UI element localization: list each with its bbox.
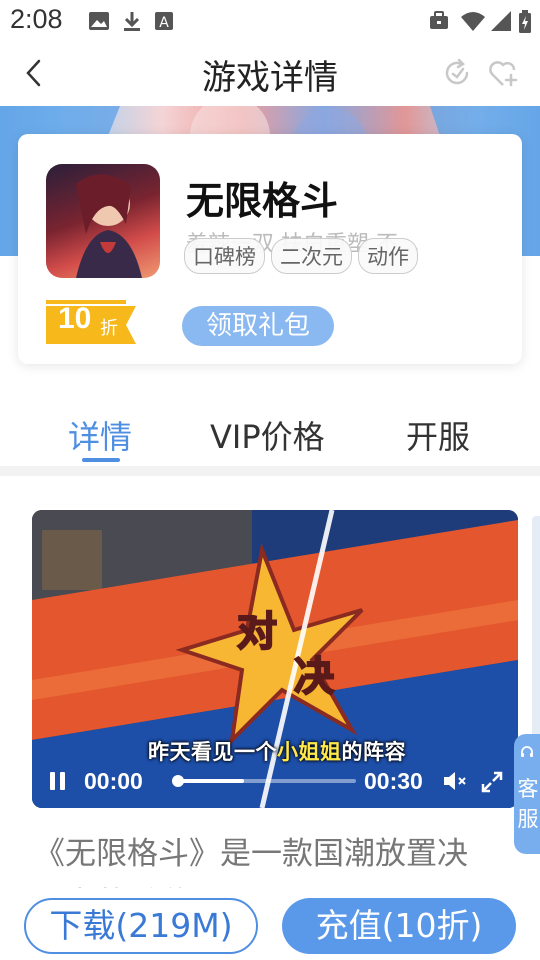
video-subtitle: 昨天看见一个小姐姐的阵容 xyxy=(148,736,406,766)
wifi-icon xyxy=(460,10,486,36)
tab-vip-price[interactable]: VIP价格 xyxy=(210,412,325,458)
discount-unit: 折 xyxy=(100,318,118,339)
customer-service-button[interactable]: 客服 xyxy=(514,734,540,854)
subtitle-highlight: 小姐姐 xyxy=(277,740,342,764)
video-time-current: 00:00 xyxy=(84,768,143,794)
image-icon xyxy=(88,10,110,36)
status-time: 2:08 xyxy=(10,4,63,34)
game-tag[interactable]: 二次元 xyxy=(271,238,352,274)
game-tag[interactable]: 口碑榜 xyxy=(184,238,265,274)
video-overlay-text-1: 对 xyxy=(237,609,277,655)
refresh-icon[interactable] xyxy=(442,58,472,92)
headset-icon xyxy=(520,744,534,763)
tab-details[interactable]: 详情 xyxy=(68,412,132,458)
title-bar: 游戏详情 xyxy=(0,44,540,106)
discount-value: 10 xyxy=(58,302,92,335)
discount-badge: 10 折 xyxy=(46,300,138,344)
download-icon xyxy=(122,10,142,36)
svg-text:A: A xyxy=(159,15,169,31)
pause-icon[interactable] xyxy=(48,770,68,796)
subtitle-text: 昨天看见一个 xyxy=(148,740,277,764)
battery-charging-icon xyxy=(518,10,532,38)
game-tag[interactable]: 动作 xyxy=(358,238,418,274)
download-button[interactable]: 下载(219M) xyxy=(24,898,258,954)
claim-gift-button[interactable]: 领取礼包 xyxy=(182,306,334,346)
customer-service-label: 客服 xyxy=(517,777,539,831)
fullscreen-icon[interactable] xyxy=(480,770,504,798)
video-progress-buffered xyxy=(176,779,245,783)
game-icon[interactable] xyxy=(46,164,160,278)
game-tags: 口碑榜 二次元 动作 xyxy=(184,238,418,274)
bottom-action-bar: 下载(219M) 充值(10折) xyxy=(0,888,540,960)
section-divider xyxy=(0,466,540,476)
video-player[interactable]: 对 决 昨天看见一个小姐姐的阵容 00:00 00:30 xyxy=(32,510,518,808)
signal-icon xyxy=(490,10,512,36)
briefcase-icon xyxy=(428,10,450,36)
tab-active-indicator xyxy=(82,458,120,462)
status-bar: 2:08 A xyxy=(0,0,540,44)
heart-plus-icon[interactable] xyxy=(488,58,520,92)
game-name: 无限格斗 xyxy=(186,179,339,223)
detail-tabs: 详情 VIP价格 开服 xyxy=(0,398,540,464)
game-intro-text: 《无限格斗》是一款国潮放置决 xyxy=(34,836,468,872)
video-progress-bar[interactable] xyxy=(172,775,356,787)
game-info-card: 无限格斗 羞辣一双 扶白重塑 不… 口碑榜 二次元 动作 10 折 领取礼包 xyxy=(18,134,522,364)
video-time-total: 00:30 xyxy=(364,768,423,794)
text-a-icon: A xyxy=(154,10,174,36)
video-overlay-text-2: 决 xyxy=(294,654,334,700)
video-progress-knob[interactable] xyxy=(172,775,184,787)
recharge-button[interactable]: 充值(10折) xyxy=(282,898,516,954)
mute-icon[interactable] xyxy=(442,770,468,796)
tab-server-open[interactable]: 开服 xyxy=(406,412,470,458)
subtitle-text: 的阵容 xyxy=(341,740,406,764)
